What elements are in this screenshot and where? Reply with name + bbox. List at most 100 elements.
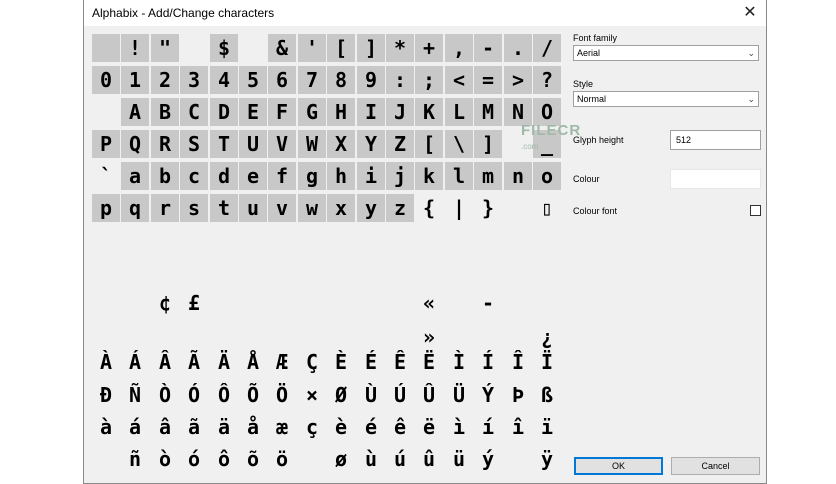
glyph-cell[interactable]: ç: [298, 413, 326, 441]
glyph-cell[interactable]: .: [504, 34, 532, 62]
glyph-cell[interactable]: D: [210, 98, 238, 126]
cancel-button[interactable]: Cancel: [671, 457, 760, 475]
glyph-cell[interactable]: Ä: [210, 348, 238, 376]
glyph-cell[interactable]: [92, 323, 120, 351]
glyph-cell[interactable]: Ë: [415, 348, 443, 376]
glyph-cell[interactable]: [386, 323, 414, 351]
glyph-cell[interactable]: [298, 323, 326, 351]
glyph-cell[interactable]: ;: [415, 66, 443, 94]
glyph-cell[interactable]: Ï: [533, 348, 561, 376]
glyph-cell[interactable]: +: [415, 34, 443, 62]
glyph-cell[interactable]: b: [151, 162, 179, 190]
glyph-cell[interactable]: [386, 226, 414, 254]
glyph-cell[interactable]: Ó: [180, 381, 208, 409]
glyph-cell[interactable]: [92, 34, 120, 62]
glyph-cell[interactable]: Þ: [504, 381, 532, 409]
glyph-cell[interactable]: ": [151, 34, 179, 62]
glyph-cell[interactable]: ì: [445, 413, 473, 441]
glyph-cell[interactable]: Æ: [268, 348, 296, 376]
glyph-cell[interactable]: [474, 226, 502, 254]
glyph-cell[interactable]: [298, 289, 326, 317]
glyph-cell[interactable]: [239, 289, 267, 317]
glyph-cell[interactable]: d: [210, 162, 238, 190]
glyph-cell[interactable]: [298, 226, 326, 254]
glyph-cell[interactable]: »: [415, 323, 443, 351]
glyph-cell[interactable]: [357, 323, 385, 351]
glyph-cell[interactable]: t: [210, 194, 238, 222]
glyph-cell[interactable]: ê: [386, 413, 414, 441]
glyph-cell[interactable]: Ô: [210, 381, 238, 409]
glyph-cell[interactable]: 1: [121, 66, 149, 94]
glyph-cell[interactable]: W: [298, 130, 326, 158]
glyph-cell[interactable]: ã: [180, 413, 208, 441]
glyph-cell[interactable]: P: [92, 130, 120, 158]
glyph-cell[interactable]: J: [386, 98, 414, 126]
glyph-cell[interactable]: x: [327, 194, 355, 222]
glyph-cell[interactable]: a: [121, 162, 149, 190]
glyph-cell[interactable]: ä: [210, 413, 238, 441]
glyph-cell[interactable]: [445, 323, 473, 351]
glyph-cell[interactable]: ý: [474, 445, 502, 473]
glyph-cell[interactable]: z: [386, 194, 414, 222]
glyph-cell[interactable]: å: [239, 413, 267, 441]
glyph-cell[interactable]: [474, 323, 502, 351]
glyph-cell[interactable]: [151, 323, 179, 351]
glyph-cell[interactable]: C: [180, 98, 208, 126]
glyph-cell[interactable]: [504, 226, 532, 254]
glyph-cell[interactable]: w: [298, 194, 326, 222]
glyph-cell[interactable]: [327, 323, 355, 351]
glyph-cell[interactable]: ×: [298, 381, 326, 409]
glyph-cell[interactable]: 6: [268, 66, 296, 94]
glyph-cell[interactable]: Ù: [357, 381, 385, 409]
glyph-cell[interactable]: Z: [386, 130, 414, 158]
glyph-cell[interactable]: I: [357, 98, 385, 126]
glyph-cell[interactable]: [92, 289, 120, 317]
glyph-cell[interactable]: [210, 323, 238, 351]
glyph-cell[interactable]: Û: [415, 381, 443, 409]
glyph-cell[interactable]: n: [504, 162, 532, 190]
glyph-cell[interactable]: m: [474, 162, 502, 190]
glyph-cell[interactable]: Á: [121, 348, 149, 376]
glyph-height-input[interactable]: 512: [670, 130, 761, 150]
glyph-cell[interactable]: r: [151, 194, 179, 222]
glyph-cell[interactable]: $: [210, 34, 238, 62]
glyph-cell[interactable]: <: [445, 66, 473, 94]
glyph-cell[interactable]: |: [445, 194, 473, 222]
glyph-cell[interactable]: ö: [268, 445, 296, 473]
glyph-cell[interactable]: ÿ: [533, 445, 561, 473]
glyph-cell[interactable]: [121, 323, 149, 351]
glyph-cell[interactable]: 7: [298, 66, 326, 94]
glyph-cell[interactable]: É: [357, 348, 385, 376]
glyph-cell[interactable]: 8: [327, 66, 355, 94]
glyph-cell[interactable]: R: [151, 130, 179, 158]
glyph-cell[interactable]: [327, 289, 355, 317]
glyph-cell[interactable]: ò: [151, 445, 179, 473]
glyph-cell[interactable]: 0: [92, 66, 120, 94]
glyph-cell[interactable]: [: [327, 34, 355, 62]
glyph-cell[interactable]: ?: [533, 66, 561, 94]
glyph-cell[interactable]: [268, 226, 296, 254]
glyph-cell[interactable]: :: [386, 66, 414, 94]
glyph-cell[interactable]: Ì: [445, 348, 473, 376]
glyph-cell[interactable]: [92, 98, 120, 126]
glyph-cell[interactable]: [298, 445, 326, 473]
glyph-cell[interactable]: ü: [445, 445, 473, 473]
glyph-cell[interactable]: ¿: [533, 323, 561, 351]
glyph-cell[interactable]: q: [121, 194, 149, 222]
glyph-cell[interactable]: [210, 289, 238, 317]
glyph-cell[interactable]: £: [180, 289, 208, 317]
glyph-cell[interactable]: Ã: [180, 348, 208, 376]
colour-font-checkbox[interactable]: [750, 205, 761, 216]
glyph-cell[interactable]: g: [298, 162, 326, 190]
glyph-cell[interactable]: !: [121, 34, 149, 62]
glyph-cell[interactable]: [210, 226, 238, 254]
glyph-cell[interactable]: [151, 226, 179, 254]
glyph-cell[interactable]: -: [474, 34, 502, 62]
glyph-cell[interactable]: 3: [180, 66, 208, 94]
glyph-cell[interactable]: [504, 445, 532, 473]
glyph-cell[interactable]: [357, 289, 385, 317]
glyph-cell[interactable]: f: [268, 162, 296, 190]
glyph-cell[interactable]: 5: [239, 66, 267, 94]
glyph-cell[interactable]: l: [445, 162, 473, 190]
glyph-cell[interactable]: Ò: [151, 381, 179, 409]
